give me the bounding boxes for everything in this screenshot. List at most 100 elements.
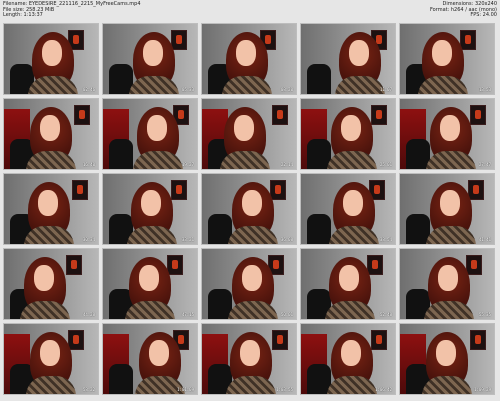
video-thumbnail[interactable]: 30:34	[3, 173, 99, 245]
wall-painting	[371, 330, 387, 350]
face	[242, 265, 262, 291]
face	[143, 40, 163, 66]
timestamp: 50:01	[280, 312, 293, 317]
info-left-column: Filename: EYEDESIRE_221116_2215_MyFreeCa…	[3, 1, 141, 19]
video-thumbnail[interactable]: 1:01:09	[102, 323, 198, 395]
timestamp: 33:21	[181, 237, 194, 242]
chair-back	[307, 64, 331, 94]
chair-back	[307, 214, 331, 244]
timestamp: 41:41	[478, 237, 491, 242]
face	[436, 340, 456, 366]
wall-painting	[68, 330, 84, 350]
face	[149, 340, 169, 366]
video-thumbnail[interactable]: 25:01	[300, 98, 396, 170]
face	[339, 265, 359, 291]
video-thumbnail[interactable]: 38:54	[300, 173, 396, 245]
video-thumbnail[interactable]: 50:01	[201, 248, 297, 320]
fps-label: FPS:	[470, 12, 482, 19]
video-thumbnail[interactable]: 41:41	[399, 173, 495, 245]
video-thumbnail[interactable]: 55:35	[399, 248, 495, 320]
timestamp: 27:47	[478, 162, 491, 167]
chair-back	[109, 139, 133, 169]
video-thumbnail[interactable]: 36:08	[201, 173, 297, 245]
thumbnail-grid: 02:46 05:33 08:20 11:07 13:53 16:40 19:27 22:14…	[3, 23, 495, 395]
chair-back	[109, 364, 133, 394]
video-thumbnail[interactable]: 05:33	[102, 23, 198, 95]
video-thumbnail[interactable]: 16:40	[3, 98, 99, 170]
timestamp: 47:15	[181, 312, 194, 317]
wall-painting	[470, 330, 486, 350]
wall-painting	[371, 105, 387, 125]
video-thumbnail[interactable]: 33:21	[102, 173, 198, 245]
timestamp: 02:46	[82, 87, 95, 92]
wall-painting	[167, 255, 183, 275]
timestamp: 44:28	[82, 312, 95, 317]
wall-painting	[272, 105, 288, 125]
timestamp: 36:08	[280, 237, 293, 242]
timestamp: 1:01:09	[177, 387, 194, 392]
video-thumbnail[interactable]: 47:15	[102, 248, 198, 320]
video-thumbnail[interactable]: 44:28	[3, 248, 99, 320]
face	[40, 340, 60, 366]
video-thumbnail[interactable]: 27:47	[399, 98, 495, 170]
length-label: Length:	[3, 12, 22, 19]
timestamp: 16:40	[82, 162, 95, 167]
timestamp: 13:53	[478, 87, 491, 92]
wall-painting	[66, 255, 82, 275]
video-thumbnail[interactable]: 13:53	[399, 23, 495, 95]
length-row: Length: 1:13:37	[3, 12, 141, 19]
face	[349, 40, 369, 66]
video-thumbnail[interactable]: 11:07	[300, 23, 396, 95]
length-value: 1:13:37	[23, 12, 43, 19]
format-label: Format:	[429, 6, 450, 13]
timestamp: 52:48	[379, 312, 392, 317]
timestamp: 05:33	[181, 87, 194, 92]
face	[147, 115, 167, 141]
fps-value: 24.00	[482, 12, 497, 19]
timestamp: 25:01	[379, 162, 392, 167]
face	[242, 190, 262, 216]
face	[236, 40, 256, 66]
wall-painting	[468, 180, 484, 200]
video-thumbnail[interactable]: 08:20	[201, 23, 297, 95]
face	[341, 340, 361, 366]
video-thumbnail[interactable]: 22:14	[201, 98, 297, 170]
face	[139, 265, 159, 291]
timestamp: 19:27	[181, 162, 194, 167]
wall-painting	[272, 330, 288, 350]
timestamp: 08:20	[280, 87, 293, 92]
video-thumbnail[interactable]: 52:48	[300, 248, 396, 320]
face	[240, 340, 260, 366]
timestamp: 55:35	[478, 312, 491, 317]
timestamp: 58:22	[82, 387, 95, 392]
wall-painting	[270, 180, 286, 200]
timestamp: 1:03:55	[276, 387, 293, 392]
video-thumbnail[interactable]: 02:46	[3, 23, 99, 95]
timestamp: 22:14	[280, 162, 293, 167]
face	[34, 265, 54, 291]
video-thumbnail[interactable]: 58:22	[3, 323, 99, 395]
wall-painting	[171, 30, 187, 50]
video-thumbnail[interactable]: 1:06:42	[300, 323, 396, 395]
wall-painting	[74, 105, 90, 125]
video-thumbnail[interactable]: 1:03:55	[201, 323, 297, 395]
wall-painting	[367, 255, 383, 275]
wall-painting	[466, 255, 482, 275]
face	[440, 115, 460, 141]
video-thumbnail[interactable]: 19:27	[102, 98, 198, 170]
fps-row: FPS: 24.00	[430, 12, 497, 19]
wall-painting	[470, 105, 486, 125]
timestamp: 30:34	[82, 237, 95, 242]
face	[432, 40, 452, 66]
face	[42, 40, 62, 66]
video-thumbnail[interactable]: 1:09:29	[399, 323, 495, 395]
face	[141, 190, 161, 216]
timestamp: 11:07	[379, 87, 392, 92]
wall-painting	[460, 30, 476, 50]
wall-painting	[72, 180, 88, 200]
face	[438, 265, 458, 291]
face	[40, 115, 60, 141]
timestamp: 38:54	[379, 237, 392, 242]
face	[341, 115, 361, 141]
info-right-column: Dimensions: 320x240 Format: h264 / aac (…	[429, 1, 497, 19]
